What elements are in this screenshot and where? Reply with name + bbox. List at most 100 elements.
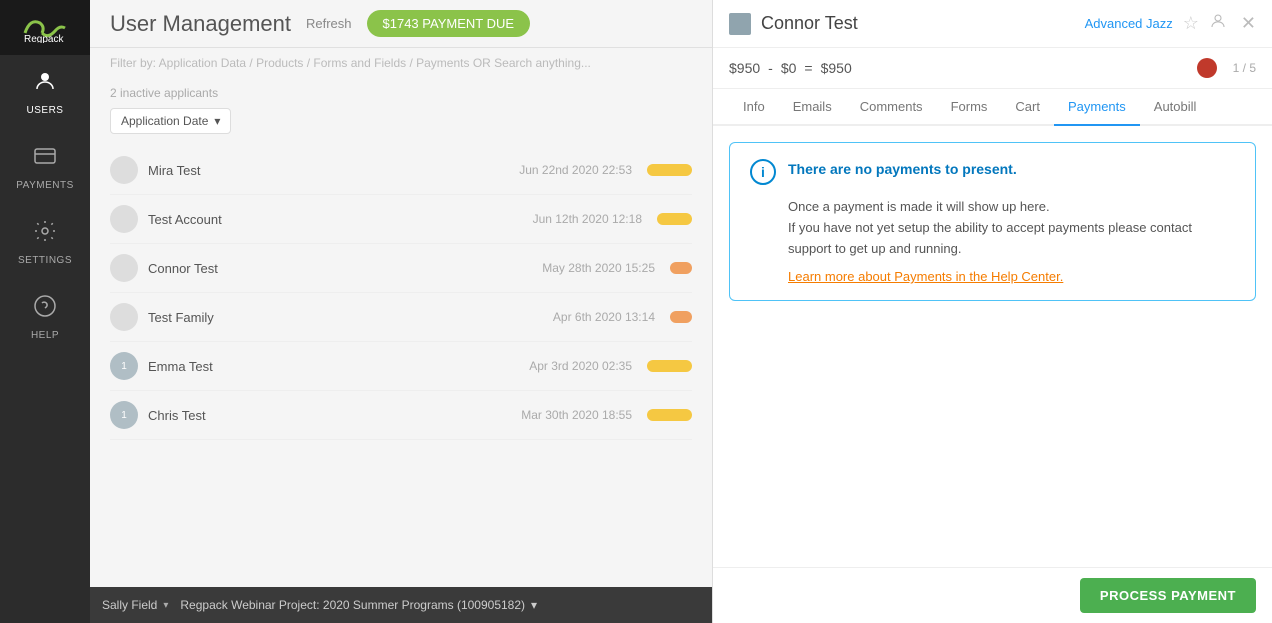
status-badge <box>647 360 692 372</box>
chevron-down-icon: ▾ <box>214 114 220 128</box>
sidebar-item-settings-label: Settings <box>18 255 72 266</box>
table-row[interactable]: Test Family Apr 6th 2020 13:14 <box>110 293 692 342</box>
applicant-name: Mira Test <box>148 163 519 178</box>
tab-info[interactable]: Info <box>729 89 779 126</box>
table-row[interactable]: Mira Test Jun 22nd 2020 22:53 <box>110 146 692 195</box>
avatar <box>110 303 138 331</box>
avatar <box>110 254 138 282</box>
avatar: 1 <box>110 352 138 380</box>
tab-autobill[interactable]: Autobill <box>1140 89 1211 126</box>
settings-icon <box>33 219 57 249</box>
applicant-date: Mar 30th 2020 18:55 <box>521 408 632 422</box>
sidebar-item-settings[interactable]: Settings <box>0 205 90 280</box>
filter-text: Filter by: Application Data / Products /… <box>110 56 591 70</box>
notice-header: i There are no payments to present. <box>750 159 1235 185</box>
applicant-name: Test Account <box>148 212 533 227</box>
user-avatar-icon <box>729 13 751 35</box>
payment-total: $950 <box>729 60 760 76</box>
applicant-name: Connor Test <box>148 261 542 276</box>
status-badge <box>647 164 692 176</box>
payments-icon <box>33 144 57 174</box>
payment-summary: $950 - $0 = $950 1 / 5 <box>713 48 1272 89</box>
chevron-down-icon: ▾ <box>163 600 168 611</box>
refresh-button[interactable]: Refresh <box>306 16 352 31</box>
notice-body1: Once a payment is made it will show up h… <box>788 199 1050 214</box>
avatar: 1 <box>110 401 138 429</box>
applicant-date: Apr 3rd 2020 02:35 <box>529 359 632 373</box>
payment-dash: - <box>768 60 773 76</box>
close-icon[interactable]: ✕ <box>1241 13 1256 34</box>
tab-cart[interactable]: Cart <box>1001 89 1054 126</box>
page-title: User Management <box>110 11 291 37</box>
applicant-date: Apr 6th 2020 13:14 <box>553 310 655 324</box>
sidebar: Regpack Users Payments Settings Help <box>0 0 90 623</box>
sidebar-item-help-label: Help <box>31 330 59 341</box>
panel-header: Connor Test Advanced Jazz ☆ ✕ <box>713 0 1272 48</box>
panel-body: i There are no payments to present. Once… <box>713 126 1272 567</box>
sidebar-item-users-label: Users <box>27 105 64 116</box>
right-panel: Connor Test Advanced Jazz ☆ ✕ $950 - $0 … <box>712 0 1272 623</box>
sidebar-item-payments[interactable]: Payments <box>0 130 90 205</box>
applicant-name: Test Family <box>148 310 553 325</box>
chevron-down-icon: ▾ <box>531 598 537 612</box>
status-badge <box>657 213 692 225</box>
tab-emails[interactable]: Emails <box>779 89 846 126</box>
panel-title: Connor Test <box>761 13 1075 34</box>
payment-fraction: 1 / 5 <box>1233 61 1256 75</box>
applicant-date: Jun 22nd 2020 22:53 <box>519 163 632 177</box>
table-row[interactable]: 1 Chris Test Mar 30th 2020 18:55 <box>110 391 692 440</box>
user-icon[interactable] <box>1209 12 1227 35</box>
notice-body: Once a payment is made it will show up h… <box>788 197 1235 259</box>
sort-select[interactable]: Application Date ▾ <box>110 108 231 134</box>
applicant-list: 2 inactive applicants Application Date ▾… <box>90 78 712 587</box>
status-badge <box>647 409 692 421</box>
notice-link[interactable]: Learn more about Payments in the Help Ce… <box>788 269 1235 284</box>
status-badge <box>670 262 692 274</box>
svg-text:Regpack: Regpack <box>24 34 64 43</box>
sidebar-item-users[interactable]: Users <box>0 55 90 130</box>
notice-title: There are no payments to present. <box>788 159 1017 177</box>
table-row[interactable]: Connor Test May 28th 2020 15:25 <box>110 244 692 293</box>
sidebar-logo: Regpack <box>0 0 90 55</box>
star-icon[interactable]: ☆ <box>1183 13 1199 34</box>
avatar <box>110 156 138 184</box>
panel-subtitle[interactable]: Advanced Jazz <box>1085 16 1173 31</box>
payment-status-indicator <box>1197 58 1217 78</box>
avatar <box>110 205 138 233</box>
status-badge <box>670 311 692 323</box>
sidebar-item-help[interactable]: Help <box>0 280 90 355</box>
bottom-bar: Sally Field ▾ Regpack Webinar Project: 2… <box>90 587 712 623</box>
project-name: Regpack Webinar Project: 2020 Summer Pro… <box>180 598 525 612</box>
table-row[interactable]: Test Account Jun 12th 2020 12:18 <box>110 195 692 244</box>
payment-due-button[interactable]: $1743 PAYMENT DUE <box>367 10 531 37</box>
user-name: Sally Field <box>102 598 157 612</box>
help-icon <box>33 294 57 324</box>
panel-tabs: Info Emails Comments Forms Cart Payments… <box>713 89 1272 126</box>
notice-box: i There are no payments to present. Once… <box>729 142 1256 301</box>
process-payment-button[interactable]: PROCESS PAYMENT <box>1080 578 1256 613</box>
bottom-user[interactable]: Sally Field ▾ <box>102 598 168 612</box>
main-header: User Management Refresh $1743 PAYMENT DU… <box>90 0 712 48</box>
tab-forms[interactable]: Forms <box>937 89 1002 126</box>
main-content: User Management Refresh $1743 PAYMENT DU… <box>90 0 712 623</box>
tab-payments[interactable]: Payments <box>1054 89 1140 126</box>
payment-balance: $950 <box>821 60 852 76</box>
info-icon: i <box>750 159 776 185</box>
bottom-project[interactable]: Regpack Webinar Project: 2020 Summer Pro… <box>180 598 537 612</box>
payment-paid: $0 <box>781 60 797 76</box>
table-row[interactable]: 1 Emma Test Apr 3rd 2020 02:35 <box>110 342 692 391</box>
filter-bar[interactable]: Filter by: Application Data / Products /… <box>90 48 712 78</box>
applicant-name: Chris Test <box>148 408 521 423</box>
panel-footer: PROCESS PAYMENT <box>713 567 1272 623</box>
sidebar-item-payments-label: Payments <box>16 180 74 191</box>
applicant-date: May 28th 2020 15:25 <box>542 261 655 275</box>
tab-comments[interactable]: Comments <box>846 89 937 126</box>
notice-body2: If you have not yet setup the ability to… <box>788 220 1192 256</box>
payment-equals: = <box>804 60 812 76</box>
inactive-count: 2 inactive applicants <box>110 78 692 108</box>
filter-row: Application Date ▾ <box>110 108 692 134</box>
applicant-name: Emma Test <box>148 359 529 374</box>
applicant-date: Jun 12th 2020 12:18 <box>533 212 642 226</box>
users-icon <box>33 69 57 99</box>
sort-label: Application Date <box>121 114 208 128</box>
